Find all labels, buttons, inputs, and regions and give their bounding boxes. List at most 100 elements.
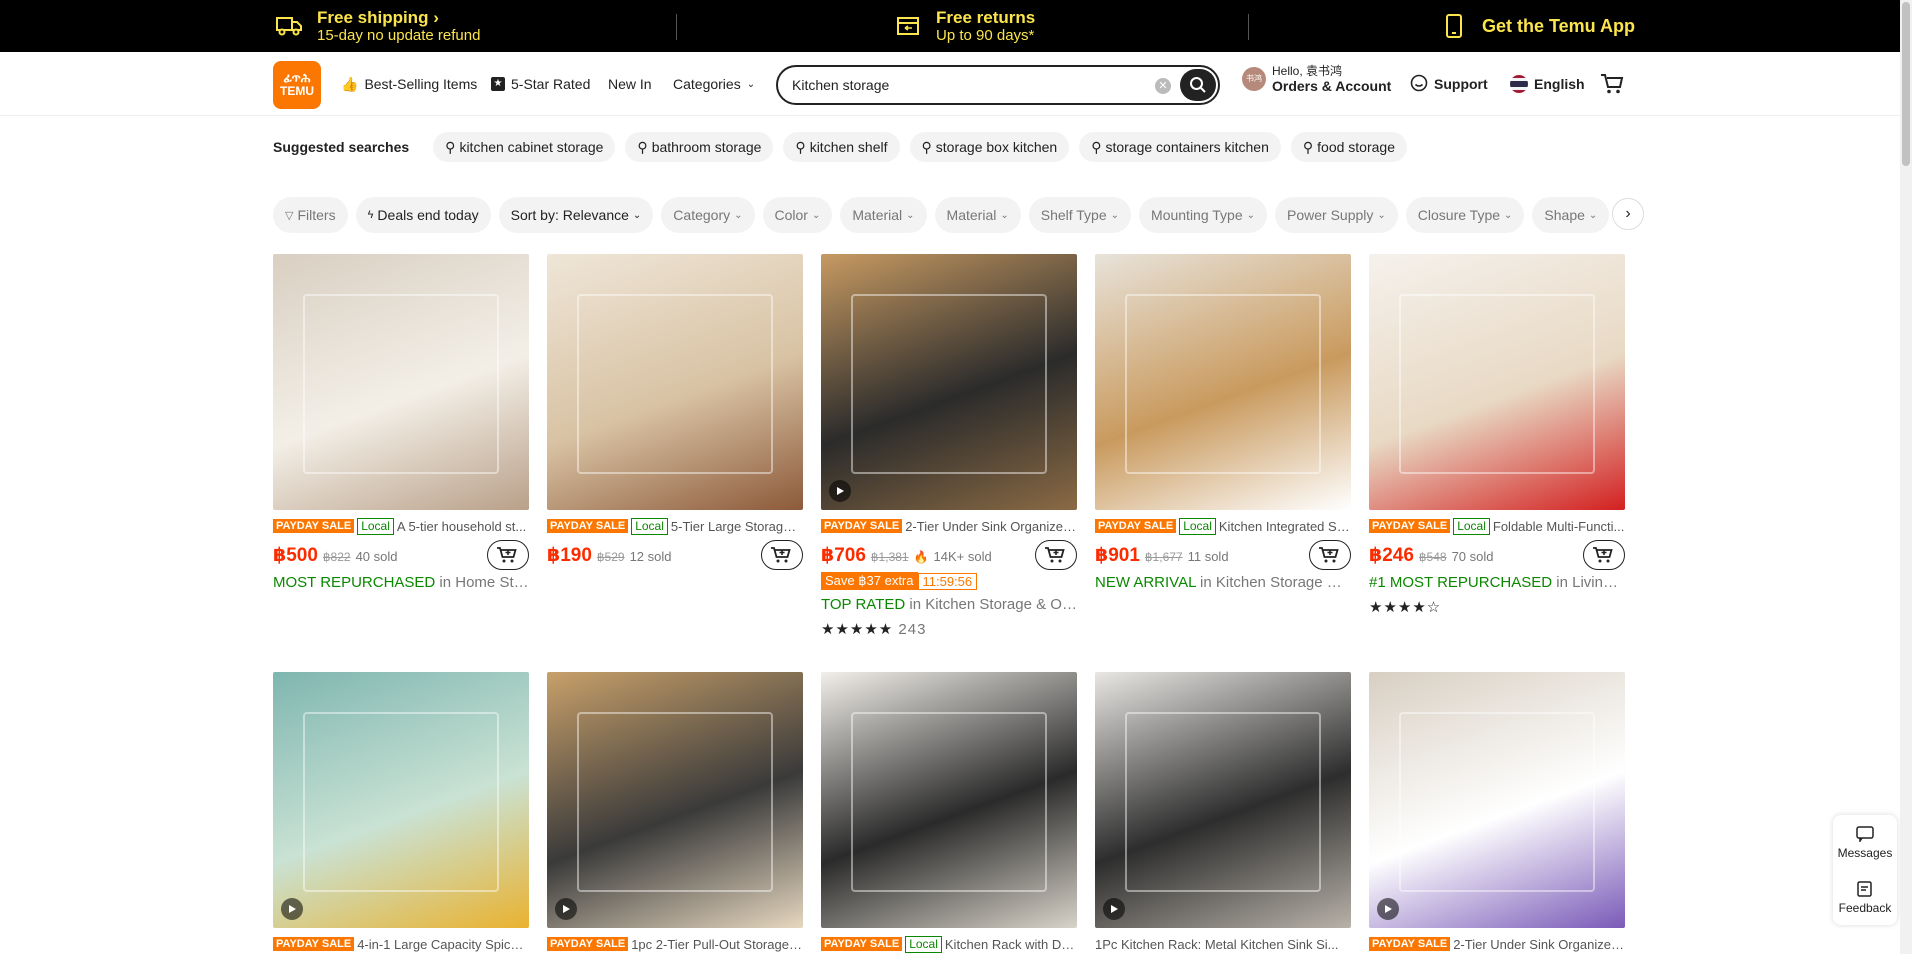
messages-button[interactable]: Messages — [1833, 815, 1897, 870]
ranking-category: in Kitchen Storage & Or... — [905, 596, 1077, 613]
add-to-cart-button[interactable] — [1035, 540, 1077, 570]
product-card[interactable]: PAYDAY SALE Local A 5-tier household st...… — [273, 254, 529, 591]
filter-label: Category — [673, 207, 731, 223]
deals-end-today-chip[interactable]: ϟ Deals end today — [355, 197, 491, 233]
search-input[interactable]: Kitchen storage — [792, 77, 889, 93]
product-image[interactable] — [1369, 254, 1625, 510]
filter-material-2[interactable]: Material ⌄ — [934, 197, 1021, 233]
clear-search-icon[interactable]: ✕ — [1155, 78, 1171, 94]
filter-shelf-type[interactable]: Shelf Type ⌄ — [1028, 197, 1132, 233]
product-price: ฿901 — [1095, 545, 1140, 566]
video-play-icon[interactable] — [1103, 898, 1125, 920]
page-scrollbar[interactable] — [1900, 0, 1912, 954]
product-card[interactable]: PAYDAY SALE Local Foldable Multi-Functi...… — [1369, 254, 1625, 616]
product-title-row[interactable]: PAYDAY SALE Local Kitchen Rack with Dis... — [821, 934, 1077, 954]
product-card[interactable]: PAYDAY SALE 2-Tier Under Sink Organizer..… — [821, 254, 1077, 638]
product-title: 5-Tier Large Storage ... — [670, 518, 803, 534]
product-card[interactable]: PAYDAY SALE Local Kitchen Integrated St...… — [1095, 254, 1351, 591]
thumbs-up-icon: 👍 — [341, 75, 359, 92]
feedback-button[interactable]: Feedback — [1833, 870, 1897, 925]
review-count: 243 — [898, 621, 927, 638]
product-image[interactable] — [273, 672, 529, 928]
language-selector[interactable]: English — [1510, 52, 1585, 116]
product-title-row[interactable]: 1Pc Kitchen Rack: Metal Kitchen Sink Si.… — [1095, 934, 1351, 954]
free-returns-banner[interactable]: Free returns Up to 90 days* — [894, 0, 1035, 52]
filter-closure-type[interactable]: Closure Type ⌄ — [1405, 197, 1525, 233]
product-price: ฿500 — [273, 545, 318, 566]
product-image[interactable] — [1095, 672, 1351, 928]
search-button[interactable] — [1180, 69, 1216, 101]
messages-label: Messages — [1837, 845, 1893, 860]
product-card[interactable]: PAYDAY SALE 4-in-1 Large Capacity Spice .… — [273, 672, 529, 952]
add-to-cart-button[interactable] — [761, 540, 803, 570]
filter-category[interactable]: Category ⌄ — [661, 197, 755, 233]
add-to-cart-button[interactable] — [1583, 540, 1625, 570]
video-play-icon[interactable] — [555, 898, 577, 920]
get-app-banner[interactable]: Get the Temu App — [1440, 0, 1635, 52]
ranking-tag[interactable]: MOST REPURCHASED in Home Stor... — [273, 574, 529, 591]
filter-power-supply[interactable]: Power Supply ⌄ — [1275, 197, 1398, 233]
video-play-icon[interactable] — [281, 898, 303, 920]
product-card[interactable]: PAYDAY SALE Local 5-Tier Large Storage ...… — [547, 254, 803, 570]
product-card[interactable]: PAYDAY SALE Local Kitchen Rack with Dis... — [821, 672, 1077, 953]
product-image[interactable] — [1369, 672, 1625, 928]
suggestion-chip[interactable]: ⚲ kitchen cabinet storage — [433, 132, 616, 162]
filters-next-button[interactable]: › — [1612, 198, 1644, 230]
nav-best-selling[interactable]: 👍 Best-Selling Items — [341, 52, 477, 116]
filter-shape[interactable]: Shape ⌄ — [1532, 197, 1610, 233]
suggestion-chip[interactable]: ⚲ food storage — [1290, 132, 1407, 162]
suggestion-chip[interactable]: ⚲ kitchen shelf — [783, 132, 900, 162]
payday-sale-badge: PAYDAY SALE — [821, 519, 903, 533]
ranking-tag[interactable]: TOP RATED in Kitchen Storage & Or... — [821, 596, 1077, 613]
add-to-cart-button[interactable] — [1309, 540, 1351, 570]
filter-color[interactable]: Color ⌄ — [762, 197, 833, 233]
product-card[interactable]: PAYDAY SALE 2-Tier Under Sink Organizer..… — [1369, 672, 1625, 952]
scrollbar-thumb[interactable] — [1902, 2, 1910, 166]
nav-five-star[interactable]: ★ 5-Star Rated — [491, 52, 590, 116]
add-to-cart-icon — [497, 547, 517, 563]
product-title: 1pc 2-Tier Pull-Out Storage ... — [631, 936, 803, 952]
product-card[interactable]: PAYDAY SALE 1pc 2-Tier Pull-Out Storage .… — [547, 672, 803, 952]
filter-material[interactable]: Material ⌄ — [840, 197, 927, 233]
free-shipping-banner[interactable]: Free shipping › 15-day no update refund — [275, 0, 480, 52]
price-row: ฿500 ฿822 40 sold — [273, 544, 398, 568]
video-play-icon[interactable] — [829, 480, 851, 502]
temu-logo[interactable]: ፊጥሕ TEMU — [273, 61, 321, 109]
payday-sale-badge: PAYDAY SALE — [547, 519, 629, 533]
suggestion-chip[interactable]: ⚲ storage containers kitchen — [1079, 132, 1281, 162]
payday-sale-badge: PAYDAY SALE — [1369, 519, 1451, 533]
support-link[interactable]: Support — [1410, 52, 1488, 116]
filter-mounting-type[interactable]: Mounting Type ⌄ — [1139, 197, 1268, 233]
product-title-row[interactable]: PAYDAY SALE Local Foldable Multi-Functi... — [1369, 516, 1625, 536]
suggestion-chip[interactable]: ⚲ bathroom storage — [625, 132, 774, 162]
video-play-icon[interactable] — [1377, 898, 1399, 920]
product-image[interactable] — [821, 672, 1077, 928]
product-title-row[interactable]: PAYDAY SALE Local 5-Tier Large Storage ... — [547, 516, 803, 536]
product-image[interactable] — [821, 254, 1077, 510]
nav-categories[interactable]: Categories ⌄ — [673, 52, 755, 116]
ranking-tag[interactable]: NEW ARRIVAL in Kitchen Storage & ... — [1095, 574, 1351, 591]
product-title-row[interactable]: PAYDAY SALE Local Kitchen Integrated St... — [1095, 516, 1351, 536]
ranking-tag[interactable]: #1 MOST REPURCHASED in Living R... — [1369, 574, 1625, 591]
lightning-icon: ϟ — [367, 209, 374, 221]
sort-dropdown[interactable]: Sort by: Relevance ⌄ — [498, 197, 654, 233]
account-menu[interactable]: 书鸿 Hello, 袁书鸿 Orders & Account — [1242, 64, 1391, 94]
product-card[interactable]: 1Pc Kitchen Rack: Metal Kitchen Sink Si.… — [1095, 672, 1351, 952]
product-title-row[interactable]: PAYDAY SALE 2-Tier Under Sink Organizer..… — [1369, 934, 1625, 954]
chevron-down-icon: ⌄ — [1246, 209, 1256, 221]
add-to-cart-button[interactable] — [487, 540, 529, 570]
product-title-row[interactable]: PAYDAY SALE 1pc 2-Tier Pull-Out Storage .… — [547, 934, 803, 954]
product-title-row[interactable]: PAYDAY SALE 4-in-1 Large Capacity Spice .… — [273, 934, 529, 954]
suggestion-chip[interactable]: ⚲ storage box kitchen — [909, 132, 1070, 162]
filter-label: Mounting Type — [1151, 207, 1243, 223]
nav-new-in[interactable]: New In — [608, 52, 652, 116]
filters-button[interactable]: ▽ Filters — [273, 197, 348, 233]
product-image[interactable] — [547, 672, 803, 928]
product-title-row[interactable]: PAYDAY SALE Local A 5-tier household st... — [273, 516, 529, 536]
product-image[interactable] — [273, 254, 529, 510]
deals-label: Deals end today — [377, 207, 479, 223]
product-title-row[interactable]: PAYDAY SALE 2-Tier Under Sink Organizer..… — [821, 516, 1077, 536]
cart-button[interactable] — [1600, 52, 1624, 116]
product-image[interactable] — [1095, 254, 1351, 510]
product-image[interactable] — [547, 254, 803, 510]
